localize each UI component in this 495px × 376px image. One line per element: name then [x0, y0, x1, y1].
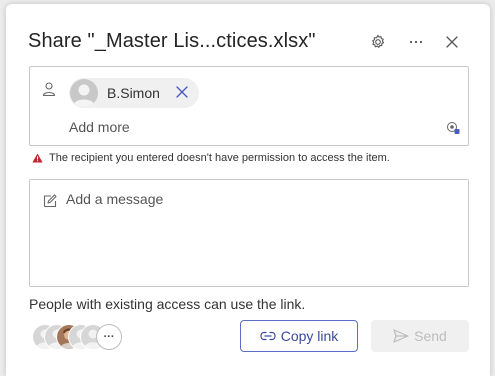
- more-icon[interactable]: [406, 32, 426, 52]
- close-icon[interactable]: [442, 32, 462, 52]
- avatar: [70, 79, 98, 107]
- send-icon: [393, 329, 409, 343]
- recipient-chip[interactable]: B.Simon: [69, 78, 199, 108]
- gear-icon[interactable]: [368, 32, 388, 52]
- add-more-input[interactable]: [69, 119, 369, 135]
- share-dialog: Share "_Master Lis...ctices.xlsx" B.Simo…: [6, 4, 490, 376]
- person-icon: [42, 82, 56, 97]
- link-icon: [260, 331, 276, 341]
- copy-link-button[interactable]: Copy link: [240, 320, 358, 352]
- message-field[interactable]: [29, 179, 469, 287]
- access-info-text: People with existing access can use the …: [29, 296, 306, 312]
- dialog-title: Share "_Master Lis...ctices.xlsx": [28, 30, 316, 52]
- recipient-field[interactable]: B.Simon: [29, 66, 469, 146]
- remove-recipient-icon[interactable]: [175, 85, 189, 99]
- send-label: Send: [414, 328, 447, 344]
- warning-icon: [32, 153, 43, 163]
- recipient-name: B.Simon: [107, 85, 160, 101]
- permission-warning: The recipient you entered doesn't have p…: [32, 152, 390, 164]
- copy-link-label: Copy link: [280, 328, 339, 344]
- message-input[interactable]: [66, 191, 446, 207]
- warning-text: The recipient you entered doesn't have p…: [49, 152, 390, 164]
- permission-icon[interactable]: [446, 121, 460, 135]
- send-button[interactable]: Send: [371, 320, 469, 352]
- edit-icon: [43, 194, 57, 208]
- more-people-button[interactable]: ···: [96, 324, 122, 350]
